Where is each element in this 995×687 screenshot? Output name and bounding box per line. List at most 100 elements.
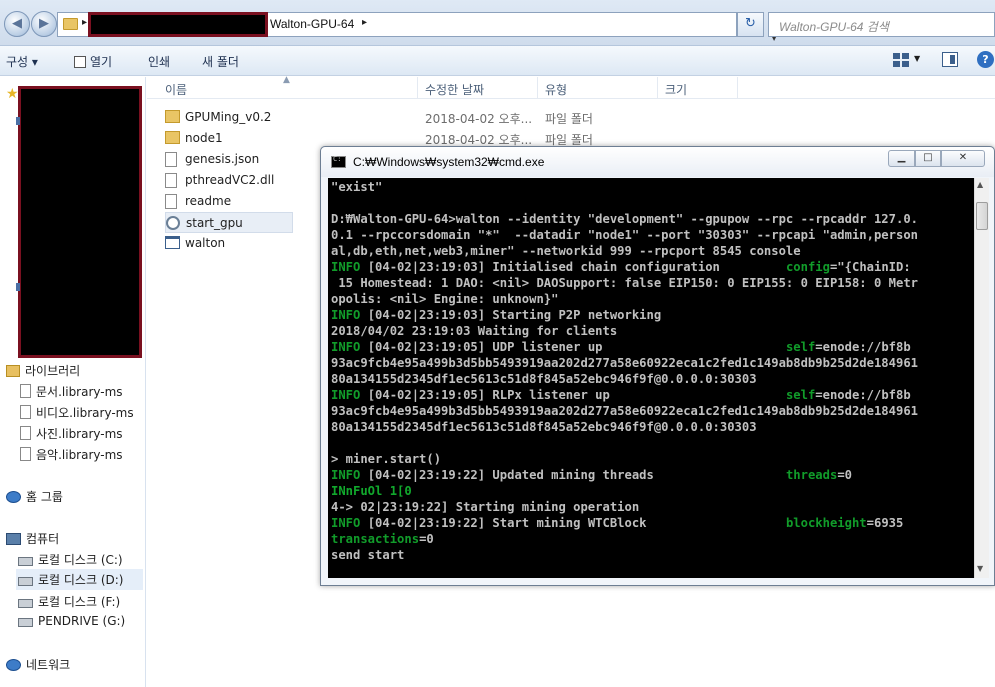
cmd-icon — [331, 155, 346, 168]
console-line: INFO [04-02|23:19:03] Initialised chain … — [331, 259, 971, 275]
nav-label: 컴퓨터 — [26, 532, 60, 546]
breadcrumb-current[interactable]: Walton-GPU-64 — [270, 17, 354, 31]
file-name: pthreadVC2.dll — [185, 173, 275, 187]
chevron-right-icon[interactable]: ▸ — [82, 17, 87, 28]
nav-homegroup[interactable]: 홈 그룹 — [6, 488, 63, 505]
scroll-thumb[interactable] — [976, 202, 988, 230]
nav-marker — [16, 117, 20, 125]
console-segment: 93ac9fcb4e95a499b3d5bb5493919aa202d277a5… — [331, 356, 918, 370]
nav-drive-c[interactable]: 로컬 디스크 (C:) — [18, 551, 123, 568]
cmd-titlebar[interactable]: C:₩Windows₩system32₩cmd.exe ▁ □ ✕ — [321, 147, 994, 177]
view-options-icon[interactable] — [892, 52, 910, 68]
console-segment: =0 — [837, 468, 852, 482]
minimize-icon: ▁ — [897, 152, 906, 163]
column-name[interactable]: 이름 — [165, 81, 187, 98]
open-button[interactable]: 열기 — [74, 53, 112, 70]
console-segment: 4-> 02|23:19:22] Starting mining operati… — [331, 500, 640, 514]
nav-library-item[interactable]: 사진.library-ms — [20, 425, 123, 442]
back-button[interactable]: ◀ — [4, 11, 30, 37]
console-segment: "exist" — [331, 180, 383, 194]
console-line: INFO [04-02|23:19:03] Starting P2P netwo… — [331, 307, 971, 323]
back-arrow-icon: ◀ — [12, 16, 22, 31]
preview-pane-icon[interactable] — [942, 52, 958, 67]
column-divider[interactable] — [417, 77, 418, 99]
console-line: INFO [04-02|23:19:22] Start mining WTCBl… — [331, 515, 971, 531]
search-placeholder: Walton-GPU-64 검색 — [779, 20, 889, 34]
nav-computer[interactable]: 컴퓨터 — [6, 530, 59, 547]
nav-label: 네트워크 — [26, 658, 71, 672]
console-scrollbar[interactable]: ▲ ▼ — [974, 178, 989, 578]
console-segment: transactions — [331, 532, 420, 546]
maximize-button[interactable]: □ — [915, 150, 941, 167]
nav-drive-g[interactable]: PENDRIVE (G:) — [18, 614, 125, 628]
column-date[interactable]: 수정한 날짜 — [425, 81, 484, 98]
file-name: readme — [185, 194, 232, 208]
nav-label: 음악.library-ms — [36, 448, 123, 462]
open-label: 열기 — [90, 55, 113, 69]
console-segment: 15 Homestead: 1 DAO: <nil> DAOSupport: f… — [331, 276, 918, 290]
minimize-button[interactable]: ▁ — [888, 150, 915, 167]
file-name: genesis.json — [185, 152, 260, 166]
console-line: INnFuOl 1[0 — [331, 483, 971, 499]
console-segment: =enode://bf8b — [815, 388, 911, 402]
nav-library-item[interactable]: 음악.library-ms — [20, 446, 123, 463]
file-icon — [165, 152, 177, 167]
library-file-icon — [20, 447, 31, 461]
console-line: "exist" — [331, 179, 971, 195]
command-toolbar: 구성 ▾ 열기 인쇄 새 폴더 ▼ ? — [0, 46, 995, 76]
search-input[interactable]: Walton-GPU-64 검색 — [768, 12, 995, 37]
close-button[interactable]: ✕ — [941, 150, 985, 167]
column-divider[interactable] — [657, 77, 658, 99]
nav-library-item[interactable]: 비디오.library-ms — [20, 404, 134, 421]
console-line: INFO [04-02|23:19:05] UDP listener up se… — [331, 339, 971, 355]
file-row-selected[interactable]: start_gpu — [165, 212, 293, 233]
new-folder-button[interactable]: 새 폴더 — [202, 53, 239, 70]
file-type: 파일 폴더 — [545, 112, 593, 126]
nav-label: 로컬 디스크 (F:) — [38, 595, 121, 609]
nav-drive-d[interactable]: 로컬 디스크 (D:) — [16, 569, 143, 590]
console-line: opolis: <nil> Engine: unknown}" — [331, 291, 971, 307]
print-button[interactable]: 인쇄 — [148, 53, 170, 70]
nav-marker — [16, 283, 20, 291]
console-segment: blockheight — [785, 516, 867, 530]
console-segment: [04-02|23:19:05] UDP listener up — [360, 340, 786, 354]
scroll-down-icon[interactable]: ▼ — [977, 564, 983, 573]
refresh-button[interactable]: ↻ — [737, 12, 764, 37]
column-divider[interactable] — [737, 77, 738, 99]
cmd-window[interactable]: C:₩Windows₩system32₩cmd.exe ▁ □ ✕ "exist… — [320, 146, 995, 586]
nav-libraries[interactable]: 라이브러리 — [6, 362, 80, 379]
console-line: INFO [04-02|23:19:05] RLPx listener up s… — [331, 387, 971, 403]
nav-network[interactable]: 네트워크 — [6, 656, 70, 673]
console-line: al,db,eth,net,web3,miner" --networkid 99… — [331, 243, 971, 259]
console-segment: self — [785, 388, 816, 402]
column-header: 이름 ▲ 수정한 날짜 유형 크기 — [147, 75, 995, 99]
cmd-title: C:₩Windows₩system32₩cmd.exe — [353, 155, 545, 169]
redacted-path — [88, 12, 268, 37]
console-line: 2018/04/02 23:19:03 Waiting for clients — [331, 323, 971, 339]
column-size[interactable]: 크기 — [665, 81, 687, 98]
file-name: start_gpu — [186, 216, 243, 230]
console-segment: > miner.start() — [331, 452, 442, 466]
forward-button[interactable]: ▶ — [31, 11, 57, 37]
column-divider[interactable] — [537, 77, 538, 99]
chevron-right-icon[interactable]: ▸ — [362, 17, 367, 28]
console-segment: [04-02|23:19:05] RLPx listener up — [360, 388, 786, 402]
drive-icon — [18, 577, 33, 586]
nav-library-item[interactable]: 문서.library-ms — [20, 383, 123, 400]
organize-button[interactable]: 구성 ▾ — [6, 53, 38, 70]
console-segment: threads — [785, 468, 838, 482]
maximize-icon: □ — [923, 152, 933, 163]
navigation-pane: ★ 라이브러리 문서.library-ms 비디오.library-ms 사진.… — [0, 77, 146, 687]
nav-drive-f[interactable]: 로컬 디스크 (F:) — [18, 593, 120, 610]
console-segment: 80a134155d2345df1ec5613c51d8f845a52ebc94… — [331, 420, 757, 434]
scroll-up-icon[interactable]: ▲ — [977, 180, 983, 189]
help-icon[interactable]: ? — [977, 51, 994, 68]
console-segment: D:₩Walton-GPU-64>walton --identity "deve… — [331, 212, 918, 226]
column-type[interactable]: 유형 — [545, 81, 567, 98]
chevron-down-icon[interactable]: ▼ — [914, 54, 920, 63]
file-row[interactable]: GPUMing_v0.2 2018-04-02 오후... 파일 폴더 — [165, 107, 765, 128]
folder-icon — [63, 18, 78, 30]
address-box[interactable]: ▸ Walton-GPU-64 ▸ ▼ — [57, 12, 777, 42]
folder-icon — [165, 110, 180, 123]
console-output[interactable]: "exist" D:₩Walton-GPU-64>walton --identi… — [328, 178, 974, 578]
